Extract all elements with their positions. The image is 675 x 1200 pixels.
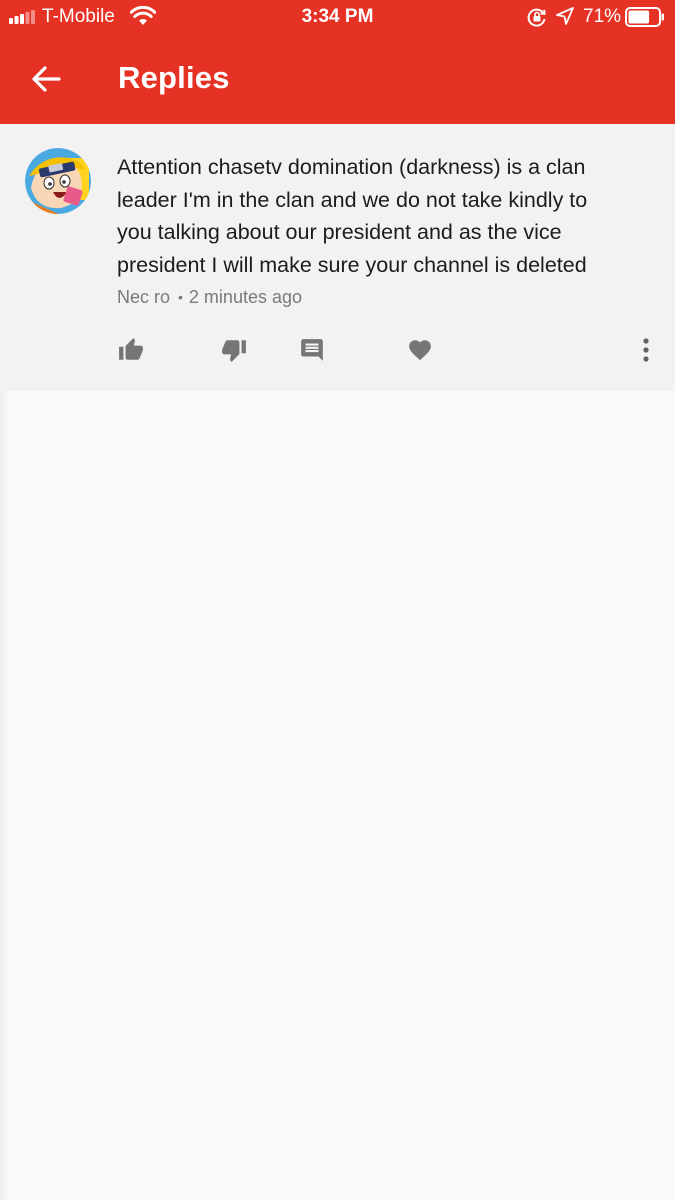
- comment-author[interactable]: Nec ro: [117, 287, 170, 307]
- like-button[interactable]: [109, 330, 153, 372]
- more-vertical-icon: [643, 338, 649, 362]
- back-arrow-icon: [32, 66, 61, 92]
- comment-text: Attention chasetv domination (darkness) …: [117, 151, 657, 281]
- comment-line: Attention chasetv domination (darkness) …: [117, 155, 586, 179]
- comment-meta: Nec ro • 2 minutes ago: [117, 287, 302, 308]
- orientation-lock-icon: [527, 8, 546, 27]
- thumbs-down-icon: [222, 340, 246, 362]
- app-bar: Replies: [0, 34, 675, 124]
- page-title: Replies: [118, 60, 230, 95]
- reply-button[interactable]: [291, 330, 335, 372]
- comment-card: Attention chasetv domination (darkness) …: [0, 124, 675, 391]
- heart-button[interactable]: [398, 330, 442, 372]
- battery-percent: 71%: [583, 6, 622, 27]
- avatar[interactable]: [25, 148, 91, 214]
- comment-line: president I will make sure your channel …: [117, 252, 587, 277]
- comment-timestamp: 2 minutes ago: [188, 287, 302, 307]
- more-options-button[interactable]: [624, 330, 668, 372]
- back-button[interactable]: [18, 54, 74, 104]
- meta-separator: •: [178, 289, 183, 305]
- thumbs-up-icon: [119, 338, 143, 360]
- top-bar: T-Mobile 3:34 PM 71% Replies: [0, 0, 675, 124]
- battery-icon: [625, 7, 664, 27]
- edge-shadow: [0, 391, 8, 1200]
- location-arrow-icon: [556, 7, 574, 25]
- comment-line: you talking about our president and as t…: [117, 220, 562, 244]
- avatar-cartoon-icon: [25, 148, 91, 214]
- replies-screen: T-Mobile 3:34 PM 71% Replies Attention c…: [0, 0, 675, 1200]
- comment-line: leader I'm in the clan and we do not tak…: [117, 187, 588, 212]
- status-bar: T-Mobile 3:34 PM 71%: [0, 0, 675, 34]
- dislike-button[interactable]: [212, 330, 256, 372]
- reply-comment-icon: [301, 339, 323, 361]
- heart-icon: [409, 340, 431, 361]
